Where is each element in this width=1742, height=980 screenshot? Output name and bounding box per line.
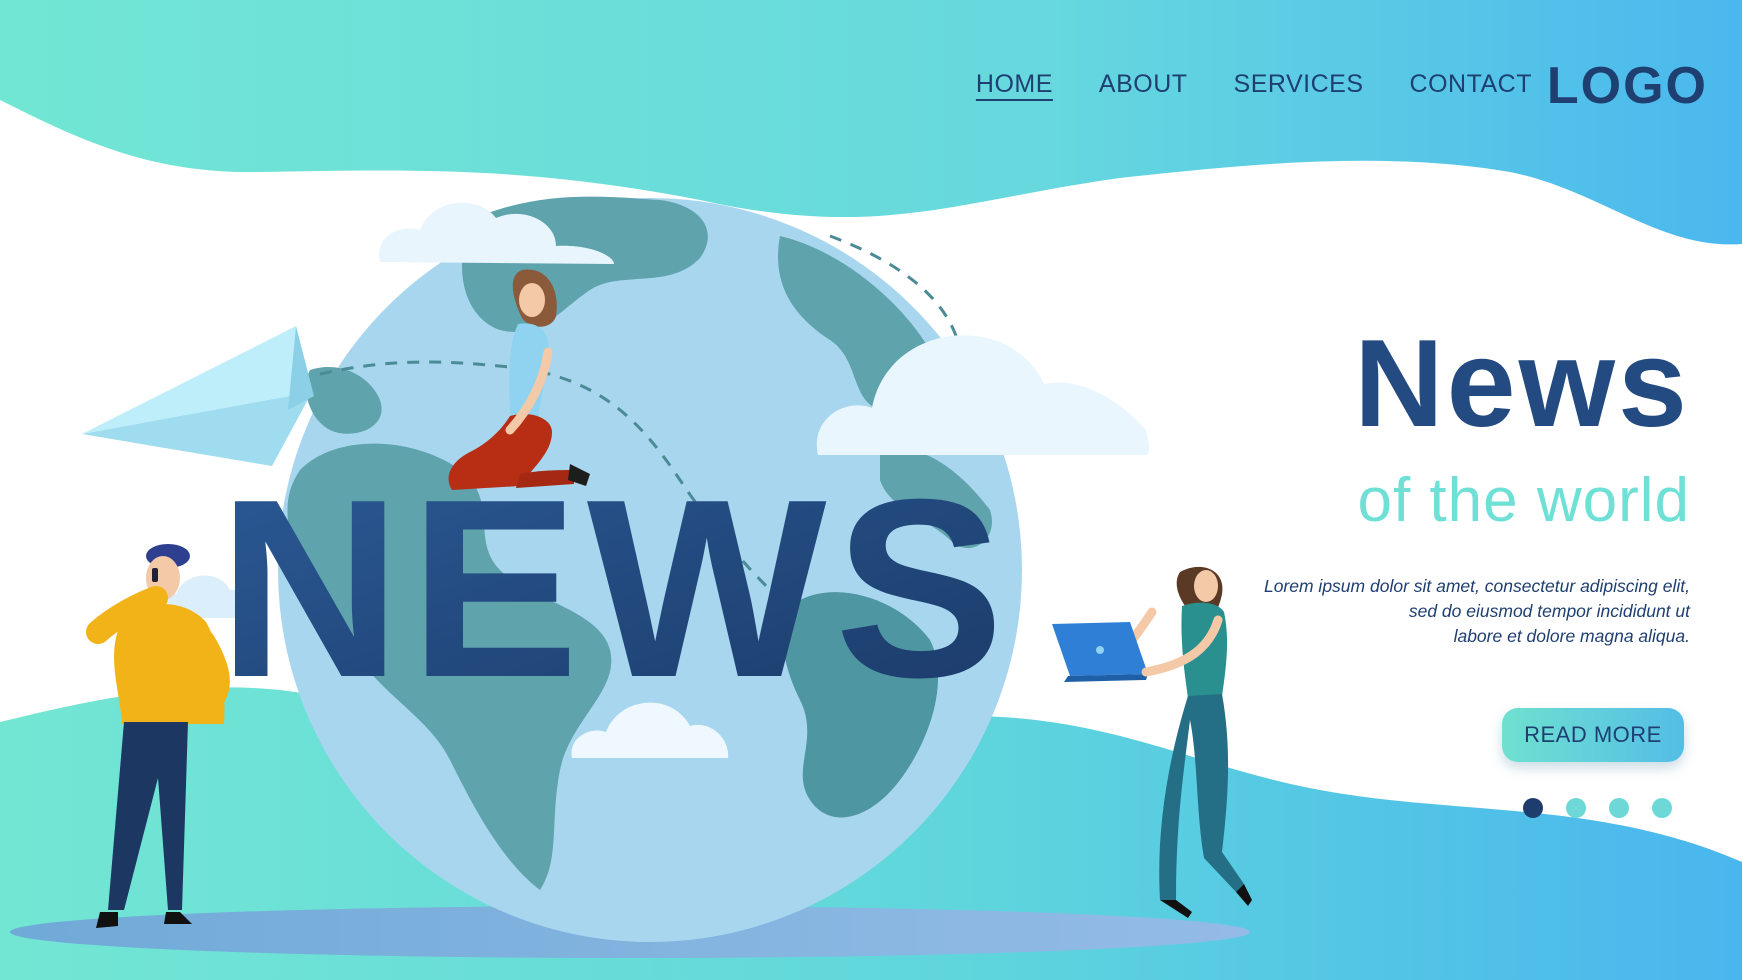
hero-title: News — [1354, 315, 1690, 453]
nav-about-link[interactable]: ABOUT — [1099, 70, 1188, 99]
hero-body-text: Lorem ipsum dolor sit amet, consectetur … — [1170, 574, 1690, 649]
paper-plane-icon — [82, 326, 314, 466]
pagination-dot[interactable] — [1566, 798, 1586, 818]
hero-subtitle: of the world — [1357, 466, 1690, 535]
hero-body-line: labore et dolore magna aliqua. — [1453, 626, 1690, 646]
big-news-wordmark: NEWS — [218, 446, 1012, 730]
landing-page: NEWS HOME ABOUT SERVICES CONTACT LOGO Ne… — [0, 0, 1742, 980]
nav-home-link[interactable]: HOME — [976, 70, 1053, 99]
nav-contact-link[interactable]: CONTACT — [1410, 70, 1532, 99]
phone-icon — [152, 568, 158, 582]
pagination-dot[interactable] — [1609, 798, 1629, 818]
pagination-dot[interactable] — [1523, 798, 1543, 818]
top-nav: HOME ABOUT SERVICES CONTACT — [976, 70, 1532, 99]
nav-services-link[interactable]: SERVICES — [1234, 70, 1364, 99]
read-more-button[interactable]: READ MORE — [1502, 708, 1684, 762]
hero-body-line: sed do eiusmod tempor incididunt ut — [1408, 601, 1690, 621]
slider-pagination — [1523, 798, 1672, 818]
big-news-text: NEWS — [218, 446, 1012, 730]
pagination-dot[interactable] — [1652, 798, 1672, 818]
site-logo[interactable]: LOGO — [1547, 56, 1708, 116]
hero-body-line: Lorem ipsum dolor sit amet, consectetur … — [1263, 576, 1690, 596]
